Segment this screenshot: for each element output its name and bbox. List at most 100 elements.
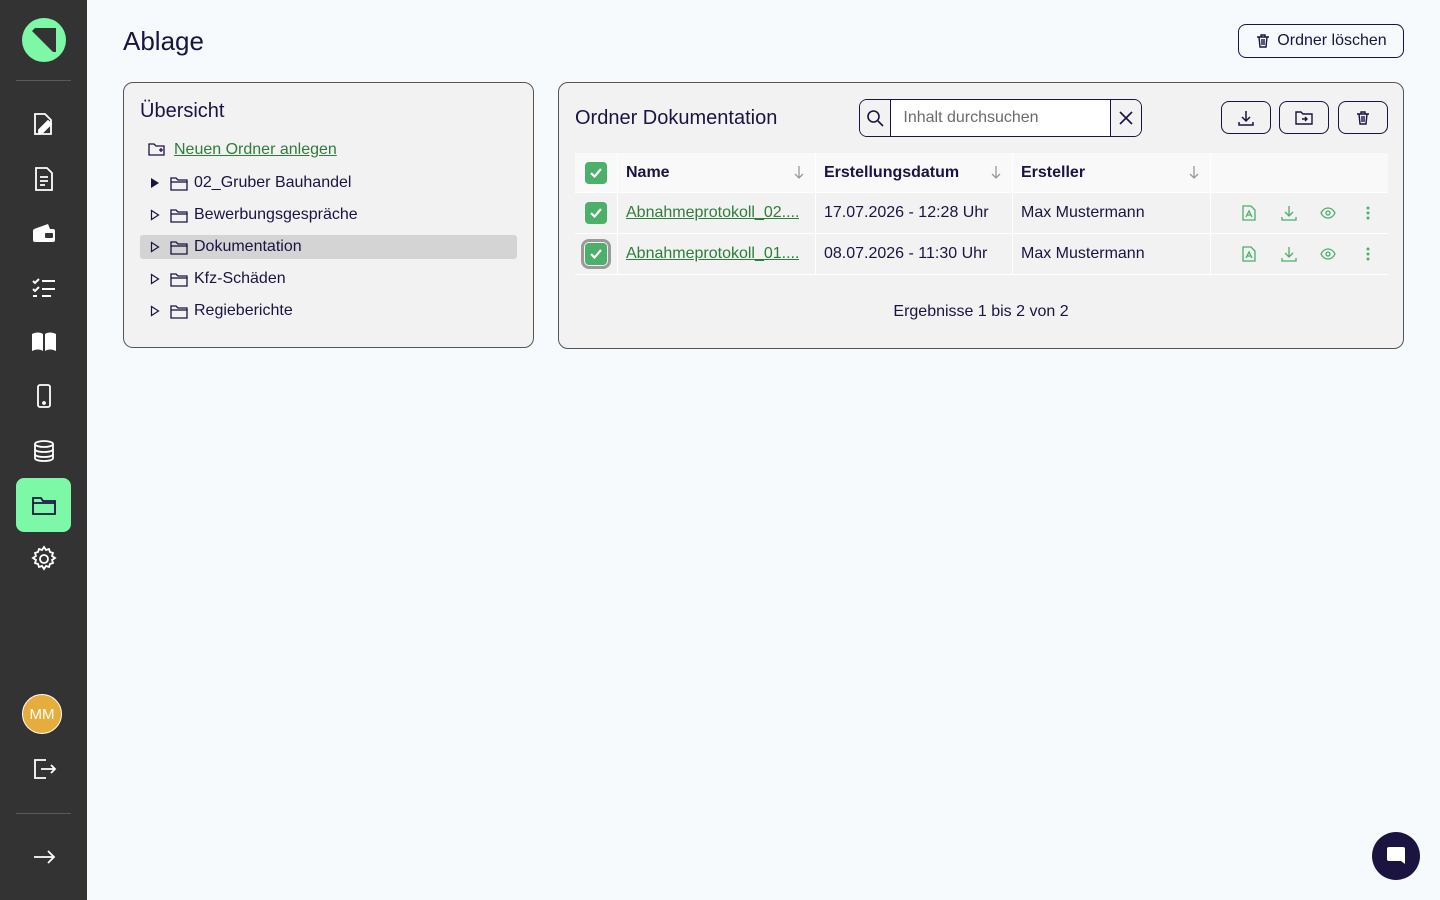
delete-folder-label: Ordner löschen xyxy=(1277,32,1387,49)
mobile-icon xyxy=(36,384,51,408)
files-table: Name Erstellungsdatum Ersteller Abnahmep… xyxy=(575,153,1388,275)
eye-icon[interactable] xyxy=(1309,198,1349,228)
new-folder-row: Neuen Ordner anlegen xyxy=(148,141,337,159)
creator-cell: Max Mustermann xyxy=(1013,193,1211,233)
table-row: Abnahmeprotokoll_02.... 17.07.2026 - 12:… xyxy=(575,193,1388,234)
folder-icon xyxy=(170,272,194,287)
sidebar-item-book[interactable] xyxy=(16,315,71,369)
tree-item-dokumentation[interactable]: Dokumentation xyxy=(140,235,517,259)
folder-icon xyxy=(170,208,194,223)
actions-cell xyxy=(1211,234,1388,274)
page-title: Ablage xyxy=(123,26,204,56)
more-options-icon[interactable] xyxy=(1348,239,1388,269)
sort-icon[interactable] xyxy=(1188,165,1200,179)
select-all-cell xyxy=(575,153,618,192)
gear-icon xyxy=(30,545,57,571)
tree-item-label: Dokumentation xyxy=(194,238,302,255)
row-checkbox[interactable] xyxy=(581,239,611,269)
search-input[interactable] xyxy=(891,100,1111,136)
caret-collapsed-icon[interactable] xyxy=(140,209,170,221)
caret-collapsed-icon[interactable] xyxy=(140,305,170,317)
sort-icon[interactable] xyxy=(793,165,805,179)
tree-item-label: 02_Gruber Bauhandel xyxy=(194,174,352,191)
folder-title: Ordner Dokumentation xyxy=(575,107,778,129)
file-link[interactable]: Abnahmeprotokoll_01.... xyxy=(626,245,799,263)
sidebar-divider xyxy=(16,813,71,814)
folder-icon xyxy=(170,304,194,319)
delete-folder-button[interactable]: Ordner löschen xyxy=(1238,24,1404,58)
column-header-creator[interactable]: Ersteller xyxy=(1013,153,1211,192)
tree-item-bewerbungsgespraeche[interactable]: Bewerbungsgespräche xyxy=(140,203,517,227)
table-header: Name Erstellungsdatum Ersteller xyxy=(575,153,1388,193)
creator-cell: Max Mustermann xyxy=(1013,234,1211,274)
caret-expanded-icon[interactable] xyxy=(140,177,170,189)
date-cell: 17.07.2026 - 12:28 Uhr xyxy=(816,193,1013,233)
sidebar-item-edit[interactable] xyxy=(16,97,71,151)
column-header-date[interactable]: Erstellungsdatum xyxy=(816,153,1013,192)
sidebar-item-mobile[interactable] xyxy=(16,369,71,423)
trash-icon xyxy=(1357,110,1369,125)
sidebar: MM xyxy=(0,0,87,900)
tree-item-regieberichte[interactable]: Regieberichte xyxy=(140,299,517,323)
search-icon[interactable] xyxy=(860,100,892,136)
close-icon xyxy=(1119,111,1133,125)
eye-icon[interactable] xyxy=(1309,239,1349,269)
app-logo[interactable] xyxy=(22,18,66,62)
delete-selected-button[interactable] xyxy=(1338,101,1388,134)
more-options-icon[interactable] xyxy=(1348,198,1388,228)
column-header-name[interactable]: Name xyxy=(618,153,816,192)
sidebar-divider xyxy=(16,80,71,81)
caret-collapsed-icon[interactable] xyxy=(140,273,170,285)
pdf-icon[interactable] xyxy=(1229,239,1269,269)
sidebar-item-files[interactable] xyxy=(16,478,71,532)
add-folder-icon xyxy=(148,143,165,156)
expand-sidebar-button[interactable] xyxy=(16,830,71,884)
check-icon xyxy=(590,208,602,218)
download-icon[interactable] xyxy=(1269,239,1309,269)
wallet-icon xyxy=(32,224,55,242)
edit-document-icon xyxy=(33,113,52,135)
sidebar-item-documents[interactable] xyxy=(16,152,71,206)
checklist-icon xyxy=(31,278,55,297)
avatar[interactable]: MM xyxy=(22,694,62,734)
chat-button[interactable] xyxy=(1372,832,1420,880)
arrow-right-icon xyxy=(33,850,55,864)
tree-item-kfz-schaeden[interactable]: Kfz-Schäden xyxy=(140,267,517,291)
folder-icon xyxy=(170,176,194,191)
results-count: Ergebnisse 1 bis 2 von 2 xyxy=(893,303,1069,320)
download-folder-button[interactable] xyxy=(1221,101,1271,134)
check-icon xyxy=(590,167,602,178)
folder-icon xyxy=(31,497,56,515)
folder-panel: Ordner Dokumentation Name Erstellungsdat… xyxy=(558,82,1404,349)
book-icon xyxy=(31,332,56,351)
table-row: Abnahmeprotokoll_01.... 08.07.2026 - 11:… xyxy=(575,234,1388,275)
caret-collapsed-icon[interactable] xyxy=(140,241,170,253)
clear-search-button[interactable] xyxy=(1110,100,1141,136)
date-cell: 08.07.2026 - 11:30 Uhr xyxy=(816,234,1013,274)
new-folder-link[interactable]: Neuen Ordner anlegen xyxy=(174,141,337,159)
row-checkbox-cell xyxy=(575,234,618,274)
download-icon[interactable] xyxy=(1269,198,1309,228)
column-header-actions xyxy=(1211,153,1388,192)
tree-item-label: Bewerbungsgespräche xyxy=(194,206,358,223)
database-icon xyxy=(33,440,54,462)
sidebar-item-tasks[interactable] xyxy=(16,261,71,315)
file-link[interactable]: Abnahmeprotokoll_02.... xyxy=(626,204,799,222)
overview-title: Übersicht xyxy=(140,100,225,122)
select-all-checkbox[interactable] xyxy=(585,161,607,184)
check-icon xyxy=(590,249,602,259)
sidebar-item-database[interactable] xyxy=(16,424,71,478)
sidebar-item-settings[interactable] xyxy=(16,532,71,586)
pdf-icon[interactable] xyxy=(1229,198,1269,228)
logout-button[interactable] xyxy=(16,742,71,796)
sort-icon[interactable] xyxy=(990,165,1002,179)
chat-icon xyxy=(1387,847,1405,864)
sidebar-item-wallet[interactable] xyxy=(16,207,71,261)
tree-item-02-gruber-bauhandel[interactable]: 02_Gruber Bauhandel xyxy=(140,171,517,195)
file-name-cell: Abnahmeprotokoll_01.... xyxy=(618,234,816,274)
folder-icon xyxy=(170,240,194,255)
search-box xyxy=(859,99,1142,137)
row-checkbox[interactable] xyxy=(585,202,607,224)
move-folder-button[interactable] xyxy=(1279,101,1329,134)
file-name-cell: Abnahmeprotokoll_02.... xyxy=(618,193,816,233)
